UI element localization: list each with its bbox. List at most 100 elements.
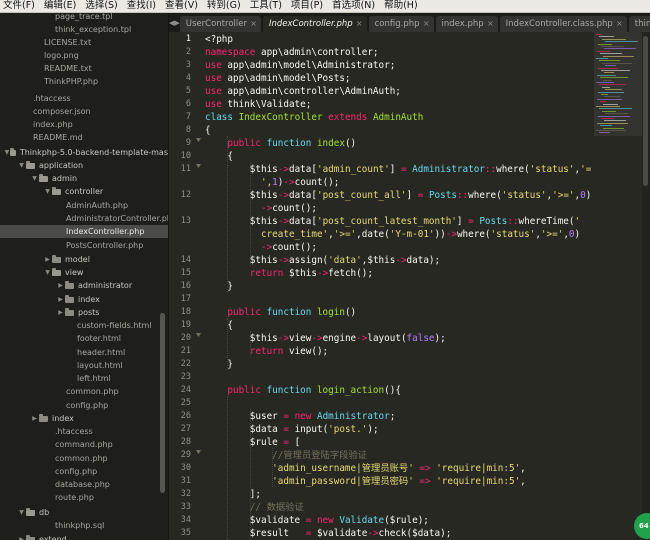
sidebar-file[interactable]: .htaccess <box>0 425 168 438</box>
tab-0[interactable]: UserController × <box>179 16 261 32</box>
sidebar-file[interactable]: ThinkPHP.php <box>0 75 168 88</box>
code-line[interactable]: $user = new Administrator; <box>205 410 594 423</box>
code-line[interactable]: $this->data['post_count_latest_month'] =… <box>205 215 594 228</box>
tab-1[interactable]: IndexController.php × <box>262 16 367 32</box>
code-line[interactable]: public function index() <box>205 137 594 150</box>
code-line[interactable]: ',1)->count(); <box>205 176 594 189</box>
sidebar-file[interactable]: AdminAuth.php <box>0 199 168 212</box>
caret-right-icon[interactable]: ▶ <box>56 282 65 289</box>
editor-scrollbar-thumb[interactable] <box>643 36 648 186</box>
caret-right-icon[interactable]: ▶ <box>56 296 65 303</box>
tab-4[interactable]: IndexController.class.php × <box>499 16 627 32</box>
sidebar-file[interactable]: footer.html <box>0 332 168 345</box>
menu-item[interactable]: 选择(S) <box>82 0 123 12</box>
code-line[interactable]: namespace app\admin\controller; <box>205 46 594 59</box>
code-line[interactable]: { <box>205 150 594 163</box>
sidebar-file[interactable]: common.php <box>0 385 168 398</box>
sidebar-folder[interactable]: ▶ model <box>0 253 168 266</box>
caret-down-icon[interactable]: ▼ <box>17 162 26 169</box>
code-line[interactable] <box>205 371 594 384</box>
fold-arrow-icon[interactable] <box>196 323 201 337</box>
code-line[interactable]: use app\admin\controller\AdminAuth; <box>205 85 594 98</box>
code-line[interactable] <box>205 397 594 410</box>
sidebar-folder[interactable]: ▼ view <box>0 266 168 279</box>
code-line[interactable]: ->count(); <box>205 241 594 254</box>
sidebar-folder[interactable]: ▶ administrator <box>0 279 168 292</box>
caret-down-icon[interactable]: ▼ <box>30 175 39 182</box>
sidebar-file[interactable]: layout.html <box>0 359 168 372</box>
tab-5[interactable]: think× <box>628 16 650 32</box>
sidebar-file[interactable]: left.html <box>0 372 168 385</box>
code-line[interactable]: $this->data['post_count_all'] = Posts::w… <box>205 189 594 202</box>
code-line[interactable]: return view(); <box>205 345 594 358</box>
caret-right-icon[interactable]: ▶ <box>30 415 39 422</box>
code-line[interactable]: <?php <box>205 33 594 46</box>
sidebar-file[interactable]: route.php <box>0 491 168 504</box>
sidebar-file[interactable]: page_trace.tpl <box>0 13 168 23</box>
code-line[interactable]: } <box>205 280 594 293</box>
menu-item[interactable]: 帮助(H) <box>381 0 424 12</box>
code-line[interactable]: ->count(); <box>205 202 594 215</box>
code-line[interactable]: //管理员登陆字段验证 <box>205 449 594 462</box>
menu-item[interactable]: 首选项(N) <box>329 0 381 12</box>
code-line[interactable]: public function login_action(){ <box>205 384 594 397</box>
menu-item[interactable]: 文件(F) <box>0 0 41 12</box>
menu-item[interactable]: 项目(P) <box>288 0 329 12</box>
tab-close-icon[interactable]: × <box>250 19 257 28</box>
code-line[interactable]: $this->data['admin_count'] = Administrat… <box>205 163 594 176</box>
sidebar-file[interactable]: common.php <box>0 452 168 465</box>
editor-scrollbar[interactable] <box>642 32 650 540</box>
code-line[interactable]: class IndexController extends AdminAuth <box>205 111 594 124</box>
code-line[interactable]: } <box>205 358 594 371</box>
menu-item[interactable]: 查找(I) <box>124 0 162 12</box>
sidebar-folder[interactable]: ▼ controller <box>0 185 168 198</box>
fold-arrow-icon[interactable] <box>196 128 201 142</box>
caret-right-icon[interactable]: ▶ <box>56 309 65 316</box>
minimap[interactable] <box>594 32 642 540</box>
sidebar-file[interactable]: database.php <box>0 478 168 491</box>
tab-close-icon[interactable]: × <box>487 19 494 28</box>
code-line[interactable]: ]; <box>205 488 594 501</box>
sidebar-folder[interactable]: ▼ application <box>0 159 168 172</box>
sidebar-file[interactable]: thinkphp.sql <box>0 519 168 532</box>
sidebar-folder[interactable]: ▶ index <box>0 293 168 306</box>
sidebar-file[interactable]: AdministratorController.php <box>0 212 168 225</box>
tab-next-button[interactable]: ▶ <box>174 13 179 32</box>
tab-close-icon[interactable]: × <box>356 19 363 28</box>
code-line[interactable]: 'admin_username|管理员账号' => 'require|min:5… <box>205 462 594 475</box>
caret-right-icon[interactable]: ▶ <box>17 536 26 540</box>
caret-down-icon[interactable]: ▼ <box>17 509 26 516</box>
sidebar-file[interactable]: logo.png <box>0 49 168 62</box>
sidebar-folder[interactable]: ▶ index <box>0 412 168 425</box>
sidebar-file[interactable]: think_exception.tpl <box>0 23 168 36</box>
caret-down-icon[interactable]: ▼ <box>43 269 52 276</box>
code-line[interactable] <box>205 293 594 306</box>
fold-arrow-icon[interactable] <box>196 154 201 168</box>
sidebar-folder[interactable]: ▼ Thinkphp-5.0-backend-template-mas <box>0 146 168 159</box>
code-line[interactable]: $this->view->engine->layout(false); <box>205 332 594 345</box>
sidebar-folder[interactable]: ▼ db <box>0 506 168 519</box>
code-line[interactable]: 'admin_password|管理员密码' => 'require|min:5… <box>205 475 594 488</box>
tab-close-icon[interactable]: × <box>423 19 430 28</box>
sidebar-file[interactable]: README.txt <box>0 62 168 75</box>
code-editor[interactable]: 1 2 3 4 5 6 7 8 9 10 11 12 13 14 15 16 17 18 19 20 21 22 23 24 2… <box>169 32 594 540</box>
sidebar-file[interactable]: IndexController.php <box>0 225 168 238</box>
sidebar-file[interactable]: index.php <box>0 118 168 131</box>
menu-item[interactable]: 查看(V) <box>162 0 204 12</box>
tab-close-icon[interactable]: × <box>616 19 623 28</box>
code-line[interactable]: $this->assign('data',$this->data); <box>205 254 594 267</box>
code-line[interactable]: use think\Validate; <box>205 98 594 111</box>
sidebar-file[interactable]: LICENSE.txt <box>0 36 168 49</box>
caret-right-icon[interactable]: ▶ <box>43 256 52 263</box>
code-line[interactable]: $data = input('post.'); <box>205 423 594 436</box>
sidebar-folder[interactable]: ▶ extend <box>0 533 168 540</box>
sidebar-file[interactable]: .htaccess <box>0 92 168 105</box>
fold-arrow-icon[interactable] <box>196 440 201 454</box>
sidebar-file[interactable]: PostsController.php <box>0 239 168 252</box>
menu-item[interactable]: 编辑(E) <box>41 0 82 12</box>
menu-item[interactable]: 转到(G) <box>204 0 247 12</box>
sidebar-folder[interactable]: ▼ admin <box>0 172 168 185</box>
sidebar-file[interactable]: custom-fields.html <box>0 319 168 332</box>
sidebar-folder[interactable]: ▶ posts <box>0 306 168 319</box>
sidebar-file[interactable]: README.md <box>0 131 168 144</box>
